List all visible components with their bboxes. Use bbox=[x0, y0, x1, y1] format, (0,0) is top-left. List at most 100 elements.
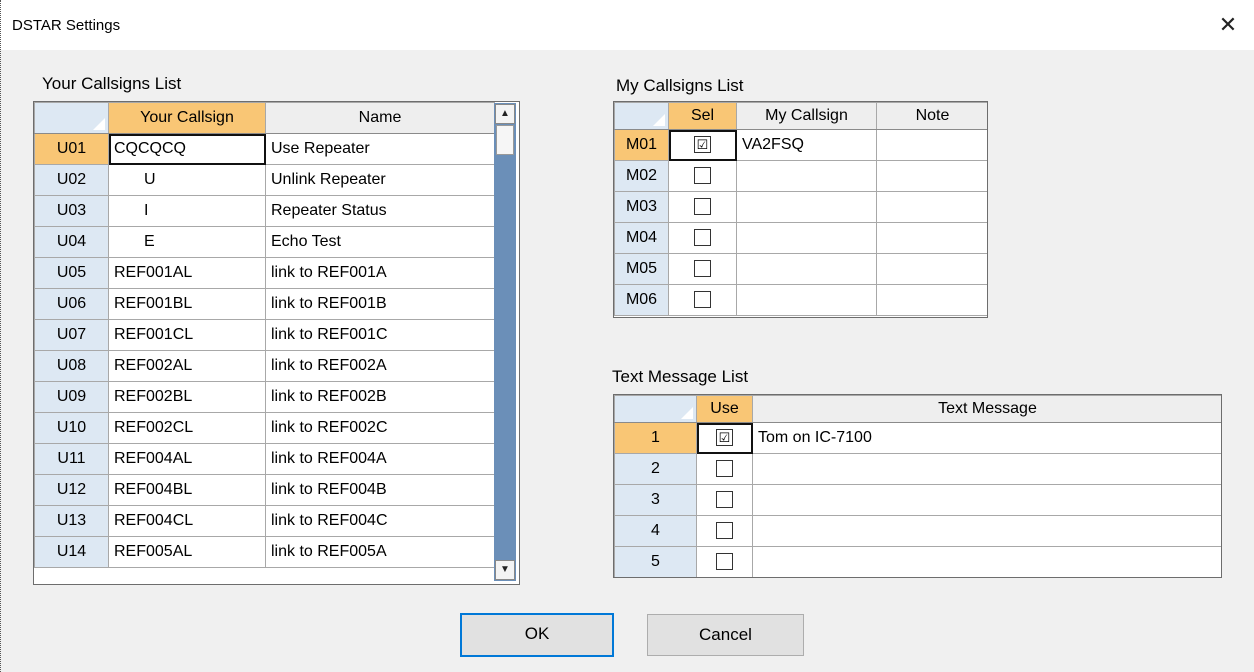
row-header[interactable]: M06 bbox=[614, 284, 669, 316]
table-row[interactable]: U01 CQCQCQ Use Repeater bbox=[34, 133, 495, 165]
text-message-cell[interactable] bbox=[752, 546, 1221, 577]
column-header-name[interactable]: Name bbox=[265, 102, 495, 134]
checkbox[interactable] bbox=[694, 291, 711, 309]
checkbox[interactable] bbox=[694, 229, 711, 247]
table-row[interactable]: U14 REF005AL link to REF005A bbox=[34, 536, 495, 568]
callsign-cell[interactable]: REF002AL bbox=[108, 350, 266, 382]
use-checkbox-cell[interactable] bbox=[696, 484, 753, 516]
callsign-cell[interactable]: I bbox=[108, 195, 266, 227]
row-header[interactable]: U11 bbox=[34, 443, 109, 475]
row-header[interactable]: U02 bbox=[34, 164, 109, 196]
text-message-cell[interactable] bbox=[752, 453, 1221, 485]
my-callsign-cell[interactable] bbox=[736, 284, 877, 316]
checkbox[interactable] bbox=[716, 522, 733, 540]
row-header[interactable]: 3 bbox=[614, 484, 697, 516]
use-checkbox-cell[interactable] bbox=[696, 546, 753, 577]
column-header-your-callsign[interactable]: Your Callsign bbox=[108, 102, 266, 134]
my-callsign-cell[interactable] bbox=[736, 253, 877, 285]
my-callsign-cell[interactable] bbox=[736, 222, 877, 254]
table-row[interactable]: M04 bbox=[614, 222, 987, 254]
sel-checkbox-cell[interactable] bbox=[668, 284, 737, 316]
checkbox[interactable] bbox=[716, 460, 733, 478]
callsign-cell[interactable]: E bbox=[108, 226, 266, 258]
note-cell[interactable] bbox=[876, 160, 987, 192]
callsign-cell[interactable]: REF005AL bbox=[108, 536, 266, 568]
row-header[interactable]: U03 bbox=[34, 195, 109, 227]
my-callsigns-grid[interactable]: Sel My Callsign Note M01 ☑ VA2FSQ M02 M03 … bbox=[613, 101, 988, 318]
scroll-up-icon[interactable]: ▲ bbox=[495, 104, 515, 124]
select-all-corner[interactable] bbox=[34, 102, 109, 134]
my-callsign-cell[interactable] bbox=[736, 160, 877, 192]
table-row[interactable]: 4 bbox=[614, 515, 1221, 547]
row-header[interactable]: M03 bbox=[614, 191, 669, 223]
your-callsigns-grid[interactable]: Your Callsign Name U01 CQCQCQ Use Repeater… bbox=[33, 101, 520, 585]
callsign-cell[interactable]: REF001CL bbox=[108, 319, 266, 351]
scrollbar-thumb[interactable] bbox=[496, 125, 514, 155]
table-row[interactable]: 3 bbox=[614, 484, 1221, 516]
row-header[interactable]: 5 bbox=[614, 546, 697, 577]
name-cell[interactable]: Echo Test bbox=[265, 226, 495, 258]
row-header[interactable]: 2 bbox=[614, 453, 697, 485]
callsign-cell[interactable]: CQCQCQ bbox=[108, 133, 266, 165]
name-cell[interactable]: link to REF004A bbox=[265, 443, 495, 475]
sel-checkbox-cell[interactable]: ☑ bbox=[668, 129, 737, 161]
note-cell[interactable] bbox=[876, 191, 987, 223]
table-row[interactable]: U07 REF001CL link to REF001C bbox=[34, 319, 495, 351]
table-row[interactable]: U06 REF001BL link to REF001B bbox=[34, 288, 495, 320]
note-cell[interactable] bbox=[876, 222, 987, 254]
row-header[interactable]: U01 bbox=[34, 133, 109, 165]
row-header[interactable]: U06 bbox=[34, 288, 109, 320]
table-row[interactable]: 1 ☑ Tom on IC-7100 bbox=[614, 422, 1221, 454]
column-header-note[interactable]: Note bbox=[876, 102, 987, 130]
table-row[interactable]: U08 REF002AL link to REF002A bbox=[34, 350, 495, 382]
table-row[interactable]: M01 ☑ VA2FSQ bbox=[614, 129, 987, 161]
scroll-down-icon[interactable]: ▼ bbox=[495, 560, 515, 580]
use-checkbox-cell[interactable]: ☑ bbox=[696, 422, 753, 454]
table-row[interactable]: M06 bbox=[614, 284, 987, 316]
name-cell[interactable]: link to REF002A bbox=[265, 350, 495, 382]
checkbox[interactable] bbox=[694, 198, 711, 216]
row-header[interactable]: M02 bbox=[614, 160, 669, 192]
name-cell[interactable]: link to REF001B bbox=[265, 288, 495, 320]
sel-checkbox-cell[interactable] bbox=[668, 191, 737, 223]
checkbox[interactable] bbox=[694, 167, 711, 185]
name-cell[interactable]: link to REF001A bbox=[265, 257, 495, 289]
name-cell[interactable]: Repeater Status bbox=[265, 195, 495, 227]
row-header[interactable]: U09 bbox=[34, 381, 109, 413]
table-row[interactable]: 5 bbox=[614, 546, 1221, 577]
callsign-cell[interactable]: REF001BL bbox=[108, 288, 266, 320]
row-header[interactable]: U05 bbox=[34, 257, 109, 289]
sel-checkbox-cell[interactable] bbox=[668, 253, 737, 285]
name-cell[interactable]: link to REF005A bbox=[265, 536, 495, 568]
checkbox[interactable]: ☑ bbox=[694, 136, 711, 154]
note-cell[interactable] bbox=[876, 284, 987, 316]
note-cell[interactable] bbox=[876, 129, 987, 161]
ok-button[interactable]: OK bbox=[460, 613, 614, 657]
row-header[interactable]: 4 bbox=[614, 515, 697, 547]
callsign-cell[interactable]: REF002CL bbox=[108, 412, 266, 444]
column-header-sel[interactable]: Sel bbox=[668, 102, 737, 130]
my-callsign-cell[interactable]: VA2FSQ bbox=[736, 129, 877, 161]
text-message-cell[interactable] bbox=[752, 515, 1221, 547]
use-checkbox-cell[interactable] bbox=[696, 515, 753, 547]
text-message-grid[interactable]: Use Text Message 1 ☑ Tom on IC-7100 2 3 4 … bbox=[613, 394, 1222, 578]
table-row[interactable]: M05 bbox=[614, 253, 987, 285]
table-row[interactable]: U10 REF002CL link to REF002C bbox=[34, 412, 495, 444]
row-header[interactable]: M04 bbox=[614, 222, 669, 254]
select-all-corner[interactable] bbox=[614, 395, 697, 423]
use-checkbox-cell[interactable] bbox=[696, 453, 753, 485]
row-header[interactable]: U08 bbox=[34, 350, 109, 382]
sel-checkbox-cell[interactable] bbox=[668, 222, 737, 254]
row-header[interactable]: M01 bbox=[614, 129, 669, 161]
sel-checkbox-cell[interactable] bbox=[668, 160, 737, 192]
table-row[interactable]: U11 REF004AL link to REF004A bbox=[34, 443, 495, 475]
name-cell[interactable]: link to REF002B bbox=[265, 381, 495, 413]
column-header-use[interactable]: Use bbox=[696, 395, 753, 423]
note-cell[interactable] bbox=[876, 253, 987, 285]
table-row[interactable]: U02 U Unlink Repeater bbox=[34, 164, 495, 196]
table-row[interactable]: U12 REF004BL link to REF004B bbox=[34, 474, 495, 506]
callsign-cell[interactable]: REF004AL bbox=[108, 443, 266, 475]
row-header[interactable]: U12 bbox=[34, 474, 109, 506]
row-header[interactable]: M05 bbox=[614, 253, 669, 285]
row-header[interactable]: U04 bbox=[34, 226, 109, 258]
